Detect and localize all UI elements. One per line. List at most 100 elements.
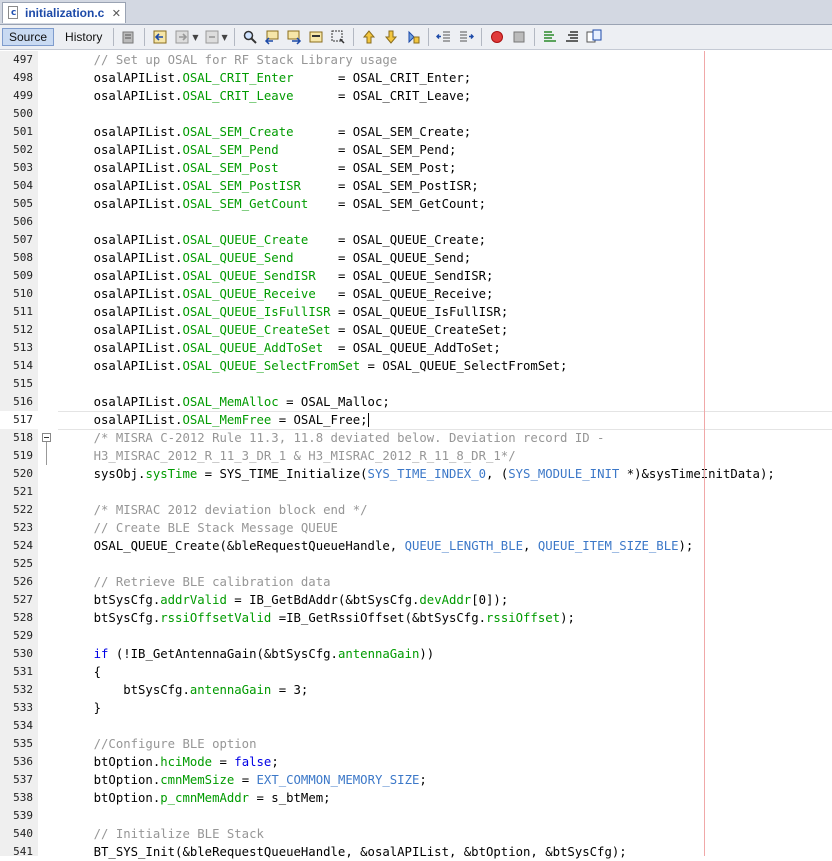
forward-icon[interactable] (173, 28, 191, 46)
code-line[interactable]: 518 /* MISRA C-2012 Rule 11.3, 11.8 devi… (0, 429, 832, 465)
line-number: 500 (13, 107, 33, 120)
code-line[interactable]: 526 // Retrieve BLE calibration data (0, 573, 832, 591)
find-previous-icon[interactable] (263, 28, 281, 46)
code-line[interactable]: 534 (0, 717, 832, 735)
line-number: 514 (13, 359, 33, 372)
text-cursor (367, 413, 369, 427)
source-tab[interactable]: Source (2, 28, 55, 46)
code-text: osalAPIList.OSAL_MemFree = OSAL_Free; (64, 411, 369, 429)
code-line[interactable]: 514 osalAPIList.OSAL_QUEUE_SelectFromSet… (0, 357, 832, 375)
back-icon[interactable] (151, 28, 169, 46)
field-token: hciMode (160, 755, 213, 769)
toolbar-separator (144, 28, 146, 46)
code-line[interactable]: 519 H3_MISRAC_2012_R_11_3_DR_1 & H3_MISR… (0, 447, 832, 465)
code-line[interactable]: 528 btSysCfg.rssiOffsetValid =IB_GetRssi… (0, 609, 832, 627)
code-line[interactable]: 506 (0, 213, 832, 231)
code-line[interactable]: 498 osalAPIList.OSAL_CRIT_Enter = OSAL_C… (0, 69, 832, 87)
code-line[interactable]: 540 // Initialize BLE Stack (0, 825, 832, 843)
editor-toolbar: Source History ▼ ▼ (0, 25, 832, 50)
code-line[interactable]: 521 (0, 483, 832, 501)
code-text: BT_SYS_Init(&bleRequestQueueHandle, &osa… (64, 843, 627, 861)
code-line[interactable]: 517 osalAPIList.OSAL_MemFree = OSAL_Free… (0, 411, 832, 430)
code-text: osalAPIList.OSAL_QUEUE_AddToSet = OSAL_Q… (64, 339, 501, 357)
code-line[interactable]: 538 btOption.p_cmnMemAddr = s_btMem; (0, 789, 832, 807)
comment-token: //Configure BLE option (64, 737, 257, 751)
code-line[interactable]: 532 btSysCfg.antennaGain = 3; (0, 681, 832, 699)
code-text: osalAPIList.OSAL_SEM_Pend = OSAL_SEM_Pen… (64, 141, 457, 159)
find-next-icon[interactable] (285, 28, 303, 46)
code-text: btSysCfg.addrValid = IB_GetBdAddr(&btSys… (64, 591, 509, 609)
code-line[interactable]: 502 osalAPIList.OSAL_SEM_Pend = OSAL_SEM… (0, 141, 832, 159)
code-line[interactable]: 508 osalAPIList.OSAL_QUEUE_Send = OSAL_Q… (0, 249, 832, 267)
code-line[interactable]: 527 btSysCfg.addrValid = IB_GetBdAddr(&b… (0, 591, 832, 609)
shift-right-icon[interactable] (457, 28, 475, 46)
comment-token: // Retrieve BLE calibration data (64, 575, 331, 589)
code-line[interactable]: 510 osalAPIList.OSAL_QUEUE_Receive = OSA… (0, 285, 832, 303)
code-line[interactable]: 507 osalAPIList.OSAL_QUEUE_Create = OSAL… (0, 231, 832, 249)
code-line[interactable]: 523 // Create BLE Stack Message QUEUE (0, 519, 832, 537)
code-line[interactable]: 537 btOption.cmnMemSize = EXT_COMMON_MEM… (0, 771, 832, 789)
code-line[interactable]: 525 (0, 555, 832, 573)
code-text: sysObj.sysTime = SYS_TIME_Initialize(SYS… (64, 465, 775, 483)
field-token: sysTime (145, 467, 198, 481)
previous-bookmark-icon[interactable] (360, 28, 378, 46)
code-token: = (212, 755, 235, 769)
code-line[interactable]: 509 osalAPIList.OSAL_QUEUE_SendISR = OSA… (0, 267, 832, 285)
line-number: 509 (13, 269, 33, 282)
code-line[interactable]: 500 (0, 105, 832, 123)
code-line[interactable]: 524 OSAL_QUEUE_Create(&bleRequestQueueHa… (0, 537, 832, 555)
field-token: rssiOffsetValid (160, 611, 272, 625)
find-icon[interactable] (241, 28, 259, 46)
uncomment-icon[interactable] (563, 28, 581, 46)
code-line[interactable]: 530 if (!IB_GetAntennaGain(&btSysCfg.ant… (0, 645, 832, 663)
code-line[interactable]: 541 BT_SYS_Init(&bleRequestQueueHandle, … (0, 843, 832, 861)
diff-icon[interactable] (585, 28, 603, 46)
code-editor[interactable]: 497 // Set up OSAL for RF Stack Library … (0, 51, 832, 859)
code-line[interactable]: 533 } (0, 699, 832, 717)
code-line[interactable]: 535 //Configure BLE option (0, 735, 832, 753)
code-line[interactable]: 505 osalAPIList.OSAL_SEM_GetCount = OSAL… (0, 195, 832, 213)
code-token: osalAPIList. (64, 395, 183, 409)
fold-collapse-icon[interactable] (42, 433, 51, 442)
toolbar-separator (480, 28, 482, 46)
code-line[interactable]: 515 (0, 375, 832, 393)
code-line[interactable]: 536 btOption.hciMode = false; (0, 753, 832, 771)
code-text: btOption.p_cmnMemAddr = s_btMem; (64, 789, 331, 807)
code-line[interactable]: 522 /* MISRAC 2012 deviation block end *… (0, 501, 832, 519)
code-token: osalAPIList. (64, 89, 183, 103)
toggle-bookmark-icon[interactable] (404, 28, 422, 46)
code-line[interactable]: 516 osalAPIList.OSAL_MemAlloc = OSAL_Mal… (0, 393, 832, 411)
code-token: { (64, 665, 102, 679)
start-macro-icon[interactable] (488, 28, 506, 46)
code-line[interactable]: 520 sysObj.sysTime = SYS_TIME_Initialize… (0, 465, 832, 483)
file-tab-initialization-c[interactable]: c initialization.c ✕ (2, 2, 126, 23)
code-line[interactable]: 529 (0, 627, 832, 645)
code-line[interactable]: 513 osalAPIList.OSAL_QUEUE_AddToSet = OS… (0, 339, 832, 357)
code-line[interactable]: 499 osalAPIList.OSAL_CRIT_Leave = OSAL_C… (0, 87, 832, 105)
code-line[interactable]: 512 osalAPIList.OSAL_QUEUE_CreateSet = O… (0, 321, 832, 339)
stop-macro-icon[interactable] (510, 28, 528, 46)
code-line[interactable]: 539 (0, 807, 832, 825)
code-line[interactable]: 503 osalAPIList.OSAL_SEM_Post = OSAL_SEM… (0, 159, 832, 177)
code-line[interactable]: 504 osalAPIList.OSAL_SEM_PostISR = OSAL_… (0, 177, 832, 195)
next-bookmark-icon[interactable] (382, 28, 400, 46)
code-token: = OSAL_Free; (271, 413, 368, 427)
close-tab-icon[interactable]: ✕ (112, 7, 121, 20)
comment-icon[interactable] (541, 28, 559, 46)
code-token: osalAPIList. (64, 305, 183, 319)
chevron-down-icon[interactable]: ▼ (222, 33, 228, 42)
line-number: 506 (13, 215, 33, 228)
field-token: OSAL_QUEUE_IsFullISR (182, 305, 331, 319)
code-line[interactable]: 501 osalAPIList.OSAL_SEM_Create = OSAL_S… (0, 123, 832, 141)
code-token: osalAPIList. (64, 269, 183, 283)
history-nav-icon[interactable] (203, 28, 221, 46)
code-line[interactable]: 531 { (0, 663, 832, 681)
chevron-down-icon[interactable]: ▼ (192, 33, 198, 42)
toggle-highlight-icon[interactable] (307, 28, 325, 46)
code-line[interactable]: 511 osalAPIList.OSAL_QUEUE_IsFullISR = O… (0, 303, 832, 321)
toggle-rect-select-icon[interactable] (329, 28, 347, 46)
code-line[interactable]: 497 // Set up OSAL for RF Stack Library … (0, 51, 832, 69)
last-edit-icon[interactable] (120, 28, 138, 46)
history-tab[interactable]: History (58, 27, 109, 47)
shift-left-icon[interactable] (435, 28, 453, 46)
